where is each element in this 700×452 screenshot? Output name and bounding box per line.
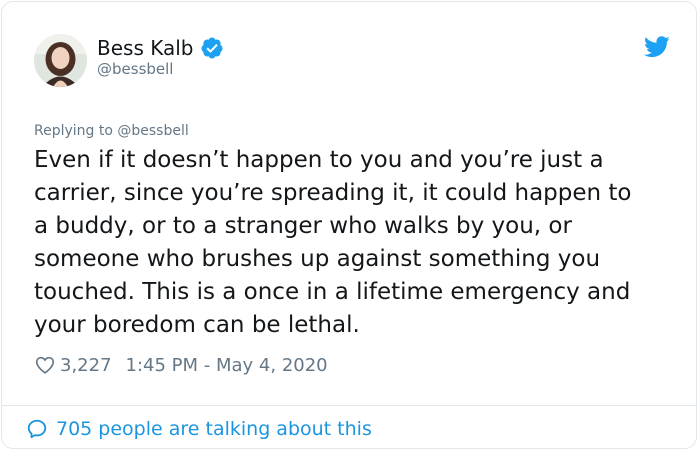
verified-badge-icon — [200, 36, 224, 60]
reply-context[interactable]: Replying to @bessbell — [34, 123, 189, 139]
heart-icon[interactable] — [34, 354, 56, 376]
tweet-text: Even if it doesn’t happen to you and you… — [34, 147, 632, 338]
twitter-bird-icon[interactable] — [643, 36, 670, 58]
like-count[interactable]: 3,227 — [60, 355, 112, 376]
author-name-row[interactable]: Bess Kalb — [97, 34, 224, 62]
tweet-timestamp[interactable]: 1:45 PM - May 4, 2020 — [126, 355, 328, 376]
avatar[interactable] — [34, 34, 87, 87]
speech-bubble-icon — [26, 418, 48, 440]
author-handle[interactable]: @bessbell — [97, 60, 173, 78]
tweet-meta: 3,227 1:45 PM - May 4, 2020 — [34, 352, 328, 378]
author-name[interactable]: Bess Kalb — [97, 36, 194, 60]
conversation-link[interactable]: 705 people are talking about this — [26, 416, 372, 442]
tweet-card: Bess Kalb @bessbell Replying to @bessbel… — [1, 1, 697, 449]
conversation-label[interactable]: 705 people are talking about this — [56, 418, 372, 440]
divider — [2, 405, 696, 406]
